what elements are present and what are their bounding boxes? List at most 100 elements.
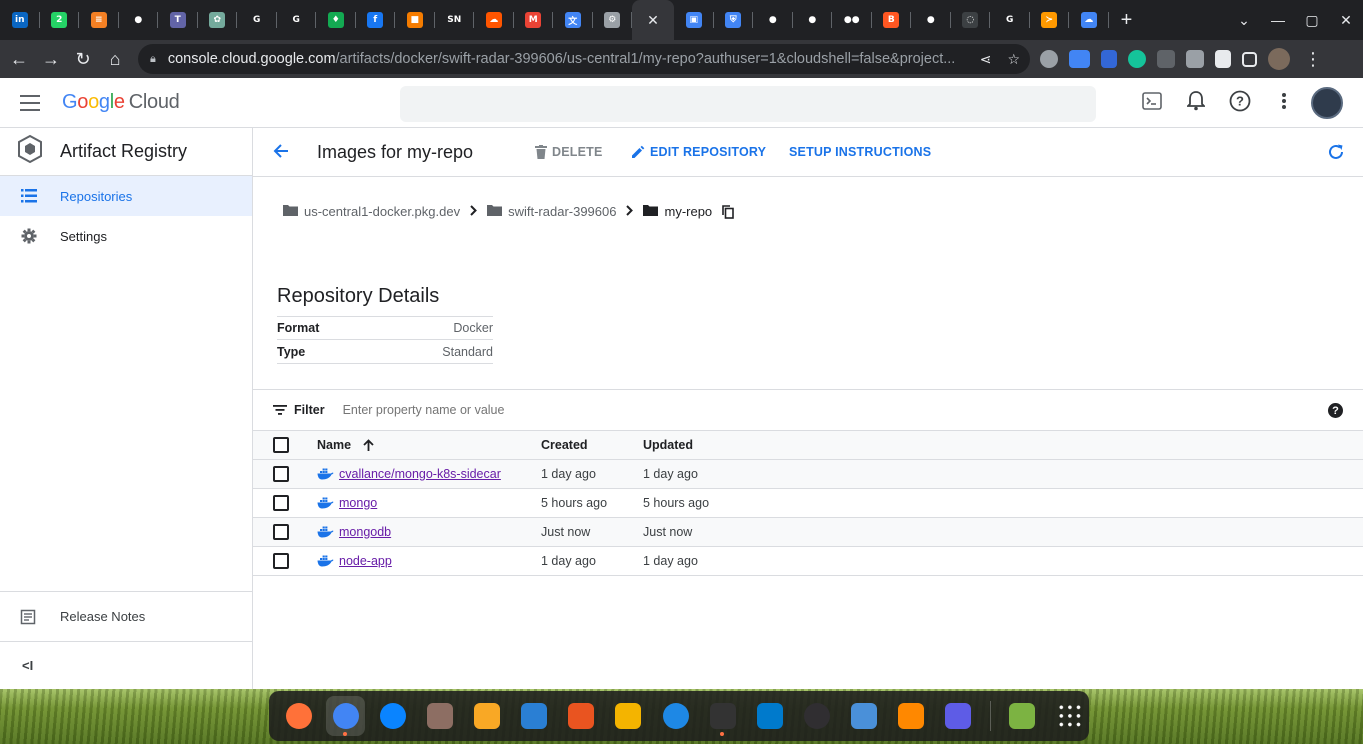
minimize-icon[interactable]: — bbox=[1261, 12, 1295, 28]
browser-tab[interactable]: ≡ bbox=[79, 0, 119, 40]
notifications-bell-icon[interactable] bbox=[1185, 90, 1207, 112]
search-input[interactable] bbox=[400, 86, 1096, 122]
dock-app-center[interactable] bbox=[562, 696, 601, 736]
collapse-nav-button[interactable]: <I bbox=[0, 641, 252, 689]
grammarly-icon[interactable] bbox=[1128, 50, 1146, 68]
back-arrow-icon[interactable] bbox=[271, 141, 291, 166]
bookmark-star-icon[interactable]: ☆ bbox=[1007, 51, 1020, 68]
image-link[interactable]: node-app bbox=[339, 554, 392, 568]
browser-tab[interactable]: T bbox=[158, 0, 198, 40]
refresh-icon[interactable] bbox=[1327, 143, 1345, 166]
row-checkbox[interactable] bbox=[273, 466, 289, 482]
dock-vscode[interactable] bbox=[750, 696, 789, 736]
extension-icon[interactable] bbox=[1157, 50, 1175, 68]
name-column-header[interactable]: Name bbox=[317, 438, 374, 452]
browser-tab[interactable]: ☁ bbox=[1069, 0, 1109, 40]
browser-menu-icon[interactable]: ⋮ bbox=[1301, 49, 1325, 70]
browser-tab[interactable]: ✿ bbox=[198, 0, 237, 40]
close-window-icon[interactable]: ✕ bbox=[1329, 12, 1363, 29]
browser-tab[interactable]: M bbox=[514, 0, 553, 40]
forward-icon[interactable]: → bbox=[35, 49, 67, 70]
google-cloud-logo[interactable]: Google Cloud bbox=[62, 91, 180, 114]
sidebar-item-settings[interactable]: Settings bbox=[0, 216, 252, 256]
browser-tab[interactable]: in bbox=[0, 0, 40, 40]
browser-tab[interactable]: ● bbox=[753, 0, 793, 40]
edit-repository-button[interactable]: EDIT REPOSITORY bbox=[631, 145, 766, 159]
browser-tab[interactable]: G bbox=[277, 0, 316, 40]
dock-help[interactable] bbox=[656, 696, 695, 736]
browser-tab[interactable]: ●● bbox=[832, 0, 872, 40]
extension-icon[interactable] bbox=[1101, 50, 1117, 68]
cloud-shell-icon[interactable] bbox=[1141, 90, 1163, 112]
browser-tab[interactable]: ◌ bbox=[951, 0, 990, 40]
browser-tab[interactable]: ≻ bbox=[1030, 0, 1069, 40]
main-menu-icon[interactable] bbox=[20, 95, 40, 111]
browser-tab[interactable]: ● bbox=[119, 0, 158, 40]
maximize-icon[interactable]: ▢ bbox=[1295, 12, 1329, 29]
dock-text-editor[interactable] bbox=[939, 696, 978, 736]
breadcrumb-item[interactable]: swift-radar-399606 bbox=[508, 204, 616, 219]
browser-tab[interactable]: ▣ bbox=[674, 0, 714, 40]
table-row[interactable]: cvallance/mongo-k8s-sidecar 1 day ago 1 da… bbox=[253, 460, 1363, 489]
extension-icon[interactable] bbox=[1040, 50, 1058, 68]
image-link[interactable]: mongodb bbox=[339, 525, 391, 539]
dock-terminal[interactable] bbox=[703, 696, 742, 736]
dock-yed[interactable] bbox=[609, 696, 648, 736]
back-icon[interactable]: ← bbox=[3, 49, 35, 70]
sidebar-item-repositories[interactable]: Repositories bbox=[0, 176, 252, 216]
tab-search-icon[interactable]: ⌄ bbox=[1227, 12, 1261, 29]
select-all-checkbox[interactable] bbox=[273, 437, 289, 453]
home-icon[interactable]: ⌂ bbox=[99, 49, 131, 70]
created-column-header[interactable]: Created bbox=[541, 438, 588, 452]
row-checkbox[interactable] bbox=[273, 553, 289, 569]
filter-button[interactable]: Filter bbox=[273, 403, 325, 417]
dock-vlc[interactable] bbox=[892, 696, 931, 736]
filter-input[interactable] bbox=[342, 403, 1043, 417]
dock-files[interactable] bbox=[420, 696, 459, 736]
row-checkbox[interactable] bbox=[273, 524, 289, 540]
browser-tab[interactable]: 2 bbox=[40, 0, 79, 40]
browser-tab[interactable]: ■ bbox=[395, 0, 435, 40]
dock-obs[interactable] bbox=[797, 696, 836, 736]
browser-tab[interactable]: ♦ bbox=[316, 0, 356, 40]
copy-icon[interactable] bbox=[722, 204, 734, 219]
browser-tab[interactable]: SN bbox=[435, 0, 474, 40]
row-checkbox[interactable] bbox=[273, 495, 289, 511]
image-link[interactable]: mongo bbox=[339, 496, 377, 510]
dock-show-apps[interactable] bbox=[1050, 696, 1089, 736]
browser-tab[interactable]: f bbox=[356, 0, 395, 40]
updated-column-header[interactable]: Updated bbox=[643, 438, 693, 452]
dock-trash[interactable] bbox=[1003, 696, 1042, 736]
new-tab-button[interactable]: + bbox=[1109, 9, 1145, 32]
dock-firefox[interactable] bbox=[279, 696, 318, 736]
release-notes-link[interactable]: Release Notes bbox=[0, 591, 252, 641]
dock-thunderbird[interactable] bbox=[373, 696, 412, 736]
browser-tab[interactable]: B bbox=[872, 0, 911, 40]
more-options-icon[interactable] bbox=[1273, 90, 1295, 112]
dock-rhythmbox[interactable] bbox=[468, 696, 507, 736]
browser-tab[interactable]: ⛨ bbox=[714, 0, 753, 40]
browser-tab[interactable]: 文 bbox=[553, 0, 593, 40]
table-row[interactable]: mongo 5 hours ago 5 hours ago bbox=[253, 489, 1363, 518]
dock-flatpak[interactable] bbox=[845, 696, 884, 736]
close-tab-icon[interactable]: ✕ bbox=[647, 12, 659, 29]
extension-icon[interactable] bbox=[1069, 50, 1090, 68]
browser-tab[interactable]: ● bbox=[911, 0, 951, 40]
help-icon[interactable]: ? bbox=[1229, 90, 1251, 112]
setup-instructions-button[interactable]: SETUP INSTRUCTIONS bbox=[789, 145, 931, 159]
table-row[interactable]: node-app 1 day ago 1 day ago bbox=[253, 547, 1363, 576]
breadcrumb-item[interactable]: us-central1-docker.pkg.dev bbox=[304, 204, 460, 219]
reload-icon[interactable]: ↻ bbox=[67, 49, 99, 70]
browser-tab[interactable]: G bbox=[237, 0, 277, 40]
image-link[interactable]: cvallance/mongo-k8s-sidecar bbox=[339, 467, 501, 481]
extensions-puzzle-icon[interactable] bbox=[1215, 50, 1231, 68]
column-help-icon[interactable]: ? bbox=[1328, 403, 1343, 418]
user-avatar[interactable] bbox=[1311, 87, 1343, 119]
dock-libreoffice-writer[interactable] bbox=[515, 696, 554, 736]
side-panel-icon[interactable] bbox=[1242, 51, 1257, 67]
extension-icon[interactable] bbox=[1186, 50, 1204, 68]
profile-avatar[interactable] bbox=[1268, 48, 1290, 70]
browser-tab[interactable]: ● bbox=[793, 0, 832, 40]
delete-button[interactable]: DELETE bbox=[535, 145, 603, 159]
address-bar[interactable]: 🔒︎ console.cloud.google.com/artifacts/do… bbox=[138, 44, 1030, 74]
